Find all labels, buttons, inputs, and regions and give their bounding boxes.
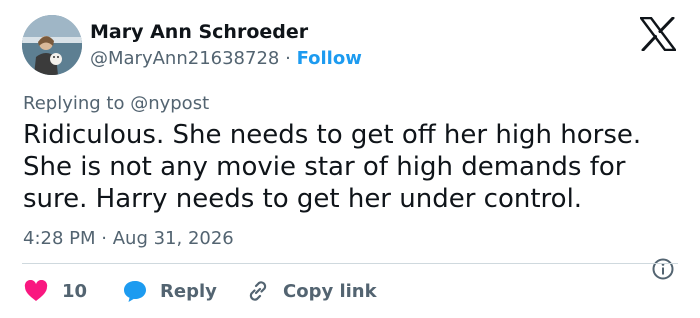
tweet-text-line: Ridiculous. She needs to get off her hig… (23, 120, 642, 150)
heart-icon (24, 280, 48, 301)
info-icon[interactable] (651, 257, 675, 281)
timestamp-separator: · (101, 228, 107, 249)
like-button[interactable]: 10 (24, 278, 87, 304)
reply-label: Reply (160, 280, 217, 302)
link-icon (249, 281, 267, 301)
reply-bubble-icon (124, 281, 146, 302)
copy-link-label: Copy link (283, 280, 377, 302)
tweet-text: Ridiculous. She needs to get off her hig… (23, 119, 683, 215)
tweet-timestamp[interactable]: 4:28 PM · Aug 31, 2026 (23, 228, 234, 249)
avatar[interactable] (22, 15, 82, 75)
author-name[interactable]: Mary Ann Schroeder (90, 21, 308, 43)
tweet-date: Aug 31, 2026 (112, 228, 234, 249)
handle-separator: · (285, 48, 291, 69)
copy-link-button[interactable]: Copy link (245, 278, 377, 304)
tweet-text-line: sure. Harry needs to get her under contr… (23, 184, 583, 214)
reply-button[interactable]: Reply (122, 278, 217, 304)
tweet-text-line: She is not any movie star of high demand… (23, 152, 626, 182)
author-handle[interactable]: @MaryAnn21638728 (90, 48, 279, 69)
divider (22, 263, 678, 264)
x-logo-icon[interactable] (639, 16, 677, 52)
reply-context: Replying to @nypost (23, 93, 210, 114)
tweet-time: 4:28 PM (23, 228, 96, 249)
follow-button[interactable]: Follow (297, 48, 362, 69)
like-count: 10 (62, 280, 88, 302)
author-handle-row: @MaryAnn21638728 · Follow (90, 48, 362, 69)
